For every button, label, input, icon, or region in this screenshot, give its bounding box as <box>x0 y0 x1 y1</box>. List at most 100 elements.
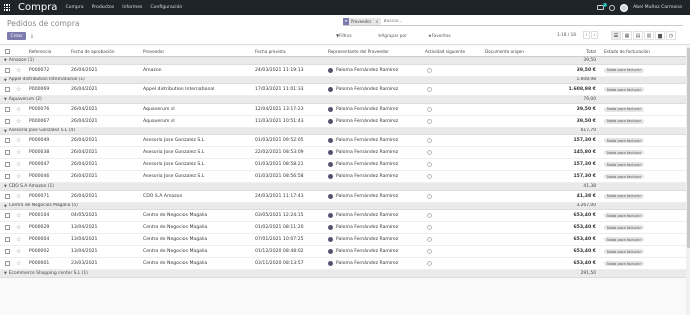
star-icon[interactable]: ☆ <box>16 210 24 221</box>
group-row[interactable]: ▼ Centro de Negocios Magalia (5) 3.267,00 <box>0 202 690 210</box>
table-row[interactable]: ☆ P000072 26/04/2021 Amazon 24/03/2021 11:19… <box>0 64 690 77</box>
list-view-icon[interactable]: ☰ <box>611 31 621 40</box>
row-checkbox[interactable] <box>5 135 13 146</box>
row-checkbox[interactable] <box>5 171 13 182</box>
activity-view-icon[interactable]: ◷ <box>666 31 676 40</box>
column-header-source-document[interactable]: Documento origen <box>485 46 540 56</box>
group-row[interactable]: ▼ CDO S.A Amazon (1) 41,38 <box>0 183 690 191</box>
row-checkbox[interactable] <box>5 159 13 170</box>
search-input[interactable] <box>383 18 564 24</box>
row-checkbox[interactable] <box>5 258 13 269</box>
activity-clock-icon[interactable] <box>427 104 437 115</box>
star-icon[interactable]: ☆ <box>16 222 24 233</box>
row-checkbox[interactable] <box>5 222 13 233</box>
favorites-button[interactable]: ★ Favoritos <box>425 31 454 39</box>
avatar[interactable] <box>620 3 629 12</box>
star-icon[interactable]: ☆ <box>16 65 24 76</box>
table-row[interactable]: ☆ P000076 26/04/2021 Aquaverum sl 12/04/2021… <box>0 103 690 116</box>
chevron-left-icon[interactable]: ‹ <box>583 31 590 39</box>
close-icon[interactable]: × <box>373 19 380 24</box>
row-checkbox[interactable] <box>5 104 13 115</box>
table-row[interactable]: ☆ P000067 26/04/2021 Aquaverum sl 11/03/2021… <box>0 115 690 128</box>
star-icon[interactable]: ☆ <box>16 159 24 170</box>
menu-configuracion[interactable]: Configuración <box>150 5 182 10</box>
star-icon[interactable]: ☆ <box>16 191 24 202</box>
star-icon[interactable]: ☆ <box>16 258 24 269</box>
column-header-next-activity[interactable]: Actividad siguiente <box>425 46 483 56</box>
star-icon[interactable]: ☆ <box>16 147 24 158</box>
pager-value[interactable]: 1-18 / 18 <box>557 32 576 37</box>
activity-clock-icon[interactable] <box>427 84 437 95</box>
row-checkbox[interactable] <box>5 65 13 76</box>
table-row[interactable]: ☆ P000071 26/04/2021 CDO S.A Amazon 24/03/20… <box>0 190 690 203</box>
menu-informes[interactable]: Informes <box>122 5 142 10</box>
group-row[interactable]: ▼ Asesoría Jose Gonzalez S.L (4) 617,70 <box>0 127 690 135</box>
table-row[interactable]: ☆ P000046 26/04/2021 Asesoría Jose Gonzalez… <box>0 171 690 183</box>
calendar-view-icon[interactable]: ▤ <box>633 31 643 40</box>
column-header-total[interactable]: Total <box>560 46 596 56</box>
row-checkbox[interactable] <box>5 210 13 221</box>
star-icon[interactable]: ☆ <box>16 234 24 245</box>
star-icon[interactable]: ☆ <box>16 135 24 146</box>
scrollbar[interactable] <box>686 46 690 315</box>
column-header-approval-date[interactable]: Fecha de aprobación <box>71 46 141 56</box>
activity-clock-icon[interactable] <box>427 234 437 245</box>
activity-clock-icon[interactable] <box>427 171 437 182</box>
column-header-vendor-rep[interactable]: Representante del Proveedor <box>328 46 423 56</box>
table-row[interactable]: ☆ P000047 26/04/2021 Asesoría Jose Gonzalez… <box>0 159 690 171</box>
activity-clock-icon[interactable] <box>427 147 437 158</box>
star-icon[interactable]: ☆ <box>16 171 24 182</box>
star-icon[interactable]: ☆ <box>16 246 24 257</box>
graph-view-icon[interactable]: ▆ <box>655 31 665 40</box>
activity-clock-icon[interactable] <box>427 222 437 233</box>
activity-clock-icon[interactable] <box>427 65 437 76</box>
menu-compra[interactable]: Compra <box>65 5 83 10</box>
group-row[interactable]: ▼ Appel distribution International (1) 1.6… <box>0 76 690 84</box>
group-row[interactable]: ▼ Amazon (1) 39,50 <box>0 57 690 65</box>
table-row[interactable]: ☆ P000001 23/03/2021 Centro de Negocios Mag… <box>0 258 690 270</box>
table-row[interactable]: ☆ P000002 13/04/2021 Centro de Negocios Mag… <box>0 246 690 258</box>
table-row[interactable]: ☆ P000069 26/04/2021 Appel distribution Int… <box>0 84 690 96</box>
activity-clock-icon[interactable] <box>427 246 437 257</box>
filters-button[interactable]: ▼ Filtros <box>333 31 355 39</box>
activity-clock-icon[interactable] <box>427 258 437 269</box>
star-icon[interactable]: ☆ <box>16 116 24 127</box>
row-checkbox[interactable] <box>5 191 13 202</box>
activity-clock-icon[interactable] <box>427 116 437 127</box>
chat-icon[interactable]: 2 <box>597 3 608 10</box>
column-header-vendor[interactable]: Proveedor <box>143 46 251 56</box>
row-checkbox[interactable] <box>5 147 13 158</box>
activity-clock-icon[interactable] <box>427 159 437 170</box>
group-row[interactable]: ▼ Ecommerce Shopping center S.L (1) 291,50 <box>0 270 690 278</box>
group-by-button[interactable]: ≡ Agrupar por <box>375 31 410 39</box>
group-row[interactable]: ▼ Aquaverum (2) 79,00 <box>0 96 690 104</box>
activity-clock-icon[interactable] <box>427 135 437 146</box>
row-checkbox[interactable] <box>5 116 13 127</box>
star-icon[interactable]: ☆ <box>16 84 24 95</box>
row-checkbox[interactable] <box>5 84 13 95</box>
select-all-checkbox[interactable] <box>5 46 13 56</box>
activity-clock-icon[interactable] <box>427 191 437 202</box>
apps-grid-icon[interactable] <box>0 0 14 15</box>
kanban-view-icon[interactable]: ▦ <box>622 31 632 40</box>
column-header-expected-date[interactable]: Fecha prevista <box>255 46 325 56</box>
row-checkbox[interactable] <box>5 234 13 245</box>
table-row[interactable]: ☆ P000049 26/04/2021 Asesoría Jose Gonzalez… <box>0 135 690 147</box>
vendor-rep-cell: Paloma Fernández Ramírez <box>328 65 423 76</box>
activity-clock-icon[interactable] <box>609 4 616 11</box>
table-row[interactable]: ☆ P000038 26/04/2021 Asesoría Jose Gonzalez… <box>0 147 690 159</box>
column-header-reference[interactable]: Referencia <box>29 46 69 56</box>
table-row[interactable]: ☆ P000004 13/04/2021 Centro de Negocios Mag… <box>0 234 690 246</box>
download-icon[interactable]: ⤓ <box>28 32 36 40</box>
chevron-right-icon[interactable]: › <box>591 31 598 39</box>
table-row[interactable]: ☆ P000029 13/04/2021 Centro de Negocios Mag… <box>0 222 690 234</box>
menu-productos[interactable]: Productos <box>92 5 115 10</box>
column-header-billing-status[interactable]: Estado de facturación <box>604 46 684 56</box>
star-icon[interactable]: ☆ <box>16 104 24 115</box>
create-button[interactable]: Crear <box>7 32 26 40</box>
row-checkbox[interactable] <box>5 246 13 257</box>
table-row[interactable]: ☆ P000104 04/05/2021 Centro de Negocios Mag… <box>0 210 690 222</box>
user-menu-name[interactable]: Abel Muñoz Carmona <box>633 5 682 10</box>
activity-clock-icon[interactable] <box>427 210 437 221</box>
pivot-view-icon[interactable]: ▥ <box>644 31 654 40</box>
